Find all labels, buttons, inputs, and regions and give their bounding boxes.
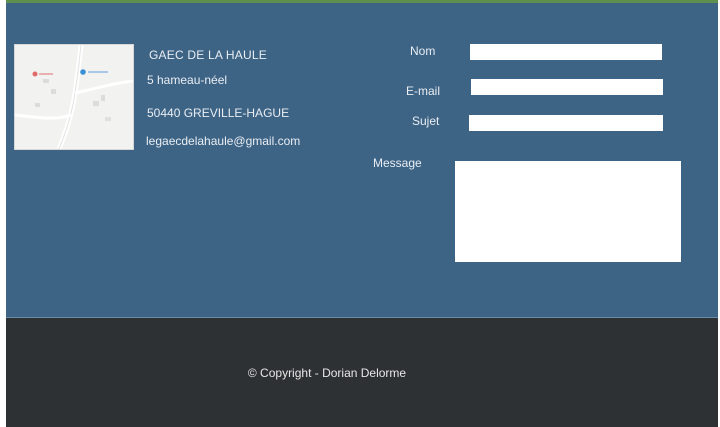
map-thumbnail[interactable] bbox=[14, 44, 134, 150]
contact-email[interactable]: legaecdelahaule@gmail.com bbox=[146, 134, 300, 148]
address-city: 50440 GREVILLE-HAGUE bbox=[147, 106, 290, 120]
message-label: Message bbox=[373, 156, 422, 170]
company-name: GAEC DE LA HAULE bbox=[149, 48, 267, 62]
contact-section: GAEC DE LA HAULE 5 hameau-néel 50440 GRE… bbox=[6, 3, 718, 317]
email-label: E-mail bbox=[406, 84, 441, 98]
sujet-input[interactable] bbox=[469, 115, 663, 131]
nom-input[interactable] bbox=[470, 44, 662, 60]
sujet-label: Sujet bbox=[412, 114, 440, 128]
copyright-label: © Copyright - Dorian Delorme bbox=[247, 366, 407, 380]
nom-label: Nom bbox=[410, 44, 436, 58]
map-pin-red-icon bbox=[32, 71, 38, 77]
map-pin-blue-icon bbox=[80, 69, 86, 75]
map-image bbox=[15, 45, 133, 149]
address-street: 5 hameau-néel bbox=[147, 73, 228, 87]
email-input[interactable] bbox=[471, 79, 663, 95]
page: GAEC DE LA HAULE 5 hameau-néel 50440 GRE… bbox=[6, 0, 718, 427]
copyright-text: © Copyright - Dorian Delorme bbox=[6, 366, 718, 380]
message-textarea[interactable] bbox=[455, 161, 681, 262]
